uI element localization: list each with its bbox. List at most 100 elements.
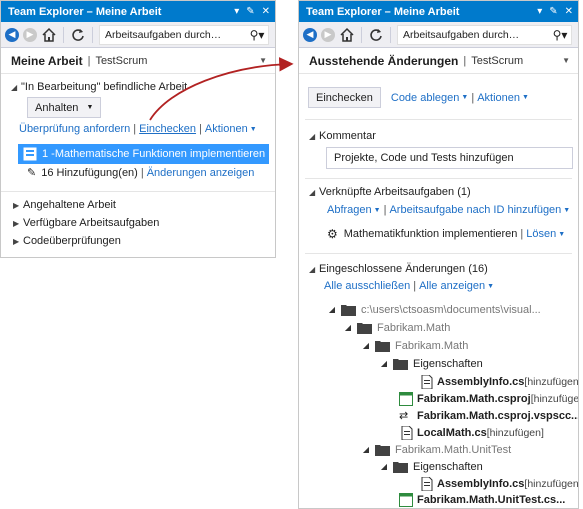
dropdown-icon[interactable]: ▾ <box>234 6 239 17</box>
expanded-triangle-icon[interactable]: ◢ <box>379 359 389 368</box>
project-file-icon <box>399 391 413 406</box>
included-changes-header[interactable]: ◢ Eingeschlossene Änderungen (16) <box>309 263 488 275</box>
chevron-down-icon[interactable]: ▼ <box>563 207 570 214</box>
chevron-down-icon[interactable]: ▼ <box>562 56 570 65</box>
left-page-header: Meine Arbeit | TestScrum ▼ <box>1 48 275 74</box>
tree-folder-fabrikam-math-inner[interactable]: ◢ Fabrikam.Math <box>361 337 468 354</box>
chevron-down-icon[interactable]: ▼ <box>374 207 381 214</box>
tree-folder-unittest[interactable]: ◢ Fabrikam.Math.UnitTest <box>361 441 511 458</box>
tree-file-csproj[interactable]: Fabrikam.Math.csproj [hinzufügen] <box>399 390 578 407</box>
page-title[interactable]: Ausstehende Änderungen <box>309 54 458 68</box>
expanded-triangle-icon[interactable]: ◢ <box>361 341 371 350</box>
chevron-down-icon[interactable]: ▼ <box>259 56 267 65</box>
search-icon[interactable]: ⚲▾ <box>246 28 268 42</box>
work-item-icon: ⚙ <box>327 227 338 241</box>
available-work-items-section[interactable]: ▶ Verfügbare Arbeitsaufgaben <box>13 217 159 229</box>
chevron-down-icon[interactable]: ▼ <box>250 126 257 133</box>
expanded-triangle-icon[interactable]: ◢ <box>361 445 371 454</box>
folder-icon <box>393 461 408 473</box>
suspend-button[interactable]: Anhalten ▼ <box>27 97 102 118</box>
linked-work-items-header[interactable]: ◢ Verknüpfte Arbeitsaufgaben (1) <box>309 186 471 198</box>
collapsed-triangle-icon[interactable]: ▶ <box>13 201 23 210</box>
code-reviews-section[interactable]: ▶ Codeüberprüfungen <box>13 235 121 247</box>
tree-folder-fabrikam-math[interactable]: ◢ Fabrikam.Math <box>343 319 450 336</box>
collapsed-triangle-icon[interactable]: ▶ <box>13 237 23 246</box>
linked-work-item-row[interactable]: ⚙ Mathematikfunktion implementieren | Lö… <box>327 227 565 241</box>
comment-section-header[interactable]: ◢ Kommentar <box>309 130 376 142</box>
page-title[interactable]: Meine Arbeit <box>11 54 83 68</box>
remove-link[interactable]: Lösen <box>526 228 556 240</box>
sync-icon: ⇄ <box>399 410 409 422</box>
in-progress-section-header[interactable]: ◢ "In Bearbeitung" befindliche Arbeit <box>11 81 187 93</box>
forward-icon[interactable]: ▶ <box>23 27 37 42</box>
search-input[interactable]: Arbeitsaufgaben durch… ⚲▾ <box>99 24 269 45</box>
back-icon[interactable]: ◀ <box>303 27 317 42</box>
expanded-triangle-icon[interactable]: ◢ <box>309 188 319 197</box>
expanded-triangle-icon[interactable]: ◢ <box>11 83 21 92</box>
tree-folder-root[interactable]: ◢ c:\users\ctsoasm\documents\visual... <box>327 301 541 318</box>
exclude-all-link[interactable]: Alle ausschließen <box>324 280 410 292</box>
view-all-link[interactable]: Alle anzeigen <box>419 280 485 292</box>
folder-icon <box>393 358 408 370</box>
request-review-link[interactable]: Überprüfung anfordern <box>19 123 130 135</box>
home-icon[interactable] <box>41 27 57 43</box>
linked-work-item: Mathematikfunktion implementieren <box>343 228 518 240</box>
project-name: TestScrum <box>471 54 524 67</box>
collapsed-triangle-icon[interactable]: ▶ <box>13 219 23 228</box>
tree-file-assemblyinfo[interactable]: AssemblyInfo.cs [hinzufügen] <box>421 373 578 390</box>
file-icon <box>421 374 433 389</box>
forward-icon[interactable]: ▶ <box>321 27 335 42</box>
pin-icon[interactable]: ✎ <box>246 6 254 17</box>
chevron-down-icon: ▼ <box>86 104 94 111</box>
work-item-row[interactable]: 1 -Mathematische Funktionen implementier… <box>18 144 269 164</box>
tree-file-assemblyinfo-2[interactable]: AssemblyInfo.cs [hinzufügen] <box>421 475 578 492</box>
chevron-down-icon[interactable]: ▼ <box>558 231 565 238</box>
file-icon <box>421 476 433 491</box>
left-team-explorer-panel: Team Explorer – Meine Arbeit ▾ ✎ ✕ ◀ ▶ A… <box>0 0 276 258</box>
expanded-triangle-icon[interactable]: ◢ <box>309 265 319 274</box>
suspended-work-section[interactable]: ▶ Angehaltene Arbeit <box>13 199 116 211</box>
right-window-title: Team Explorer – Meine Arbeit <box>306 5 460 18</box>
chevron-down-icon[interactable]: ▼ <box>461 94 468 101</box>
expanded-triangle-icon[interactable]: ◢ <box>309 132 319 141</box>
folder-icon <box>357 322 372 334</box>
add-by-id-link[interactable]: Arbeitsaufgabe nach ID hinzufügen <box>389 204 561 216</box>
tree-file-vspscc[interactable]: ⇄ Fabrikam.Math.csproj.vspscc... <box>399 407 578 424</box>
shelve-link[interactable]: Code ablegen <box>391 92 460 104</box>
refresh-icon[interactable] <box>70 27 86 43</box>
pin-icon[interactable]: ✎ <box>549 6 557 17</box>
expanded-triangle-icon[interactable]: ◢ <box>327 305 337 314</box>
actions-link[interactable]: Aktionen <box>205 123 248 135</box>
folder-icon <box>341 304 356 316</box>
right-team-explorer-panel: Team Explorer – Meine Arbeit ▾ ✎ ✕ ◀ ▶ A… <box>298 0 579 509</box>
dropdown-icon[interactable]: ▾ <box>537 6 542 17</box>
refresh-icon[interactable] <box>368 27 384 43</box>
tree-file-localmath[interactable]: LocalMath.cs [hinzufügen] <box>401 424 544 441</box>
checkin-button[interactable]: Einchecken <box>308 87 381 108</box>
left-toolbar: ◀ ▶ Arbeitsaufgaben durch… ⚲▾ <box>1 22 275 48</box>
back-icon[interactable]: ◀ <box>5 27 19 42</box>
expanded-triangle-icon[interactable]: ◢ <box>343 323 353 332</box>
folder-icon <box>375 444 390 456</box>
project-name: TestScrum <box>95 54 148 67</box>
changes-count: 16 Hinzufügung(en) <box>41 166 138 179</box>
chevron-down-icon[interactable]: ▼ <box>487 283 494 290</box>
work-item-icon <box>23 147 37 161</box>
close-icon[interactable]: ✕ <box>262 6 270 17</box>
show-changes-link[interactable]: Änderungen anzeigen <box>147 167 255 179</box>
tree-folder-properties[interactable]: ◢ Eigenschaften <box>379 355 483 372</box>
actions-link[interactable]: Aktionen <box>477 92 520 104</box>
expanded-triangle-icon[interactable]: ◢ <box>379 462 389 471</box>
search-icon[interactable]: ⚲▾ <box>549 28 571 42</box>
queries-link[interactable]: Abfragen <box>327 204 372 216</box>
home-icon[interactable] <box>339 27 355 43</box>
tree-folder-properties-2[interactable]: ◢ Eigenschaften <box>379 458 483 475</box>
folder-icon <box>375 340 390 352</box>
search-input[interactable]: Arbeitsaufgaben durch… ⚲▾ <box>397 24 572 45</box>
tree-file-unittest-cs[interactable]: Fabrikam.Math.UnitTest.cs... <box>399 491 565 508</box>
checkin-link[interactable]: Einchecken <box>139 123 196 135</box>
right-page-header: Ausstehende Änderungen | TestScrum ▼ <box>299 48 578 74</box>
close-icon[interactable]: ✕ <box>565 6 573 17</box>
comment-input[interactable]: Projekte, Code und Tests hinzufügen <box>326 147 573 169</box>
chevron-down-icon[interactable]: ▼ <box>522 94 529 101</box>
